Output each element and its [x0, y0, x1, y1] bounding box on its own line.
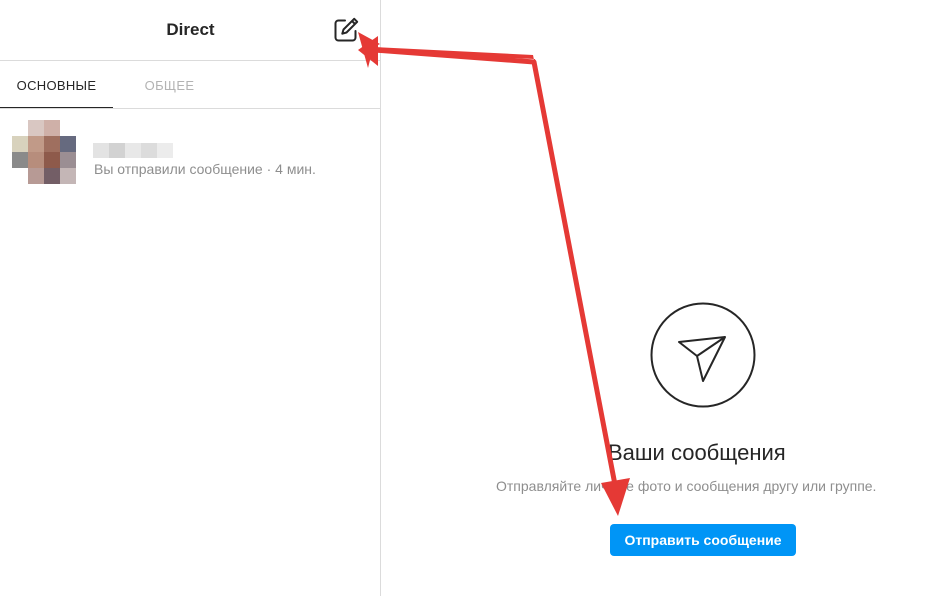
- empty-state-title: Ваши сообщения: [608, 440, 786, 465]
- sidebar-header: Direct: [0, 0, 381, 61]
- conversation-list-item[interactable]: Вы отправили сообщение · 4 мин.: [0, 110, 380, 192]
- messages-empty-state: Ваши сообщения Отправляйте личные фото и…: [381, 0, 952, 596]
- empty-state-subtitle: Отправляйте личные фото и сообщения друг…: [496, 478, 877, 494]
- inbox-tabs: ОСНОВНЫЕ ОБЩЕЕ: [0, 61, 381, 109]
- contact-name-redacted: [93, 143, 173, 158]
- conversation-sidebar: Direct ОСНОВНЫЕ ОБЩЕЕ Вы отправили сообщ…: [0, 0, 381, 596]
- tab-primary[interactable]: ОСНОВНЫЕ: [0, 61, 113, 108]
- send-message-button[interactable]: Отправить сообщение: [610, 524, 796, 556]
- page-title: Direct: [166, 20, 215, 39]
- tab-general[interactable]: ОБЩЕЕ: [113, 61, 226, 108]
- message-preview: Вы отправили сообщение · 4 мин.: [94, 161, 316, 177]
- paper-plane-icon: [649, 301, 757, 409]
- new-message-icon[interactable]: [331, 15, 361, 45]
- avatar: [12, 120, 76, 184]
